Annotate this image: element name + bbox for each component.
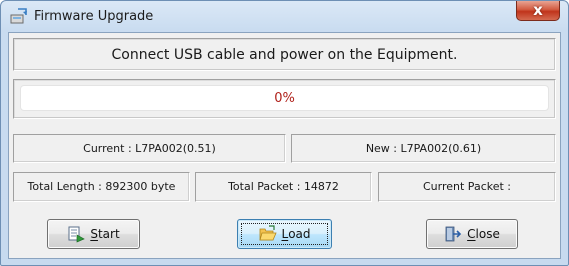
start-mnemonic: S [90,227,98,241]
title-bar[interactable]: Firmware Upgrade x [1,1,568,33]
load-label-rest: oad [288,227,311,241]
load-mnemonic: L [281,227,289,241]
progress-bar: 0% [20,85,549,111]
window-close-button[interactable]: x [516,1,560,21]
close-icon: x [533,1,543,19]
progress-panel: 0% [13,79,556,119]
new-version: New : L7PA002(0.61) [291,134,556,163]
dialog-client-area: Connect USB cable and power on the Equip… [8,32,561,259]
exit-door-icon [445,226,462,242]
window-title: Firmware Upgrade [34,9,154,24]
start-button[interactable]: Start [47,219,140,249]
app-icon [10,8,27,24]
current-version: Current : L7PA002(0.51) [13,134,286,163]
close-label-rest: lose [475,227,500,241]
start-label-rest: tart [97,227,120,241]
firmware-upgrade-window: Firmware Upgrade x Connect USB cable and… [0,0,569,266]
folder-open-icon [258,225,277,241]
close-mnemonic: C [467,227,476,241]
progress-percent: 0% [274,91,295,106]
total-packet: Total Packet : 14872 [195,172,372,202]
message-panel: Connect USB cable and power on the Equip… [13,38,556,71]
status-message: Connect USB cable and power on the Equip… [111,47,458,63]
current-packet: Current Packet : [378,172,556,202]
close-button[interactable]: Close [426,219,518,249]
load-button[interactable]: Load [237,219,332,249]
total-length: Total Length : 892300 byte [13,172,190,202]
start-icon [68,226,86,243]
